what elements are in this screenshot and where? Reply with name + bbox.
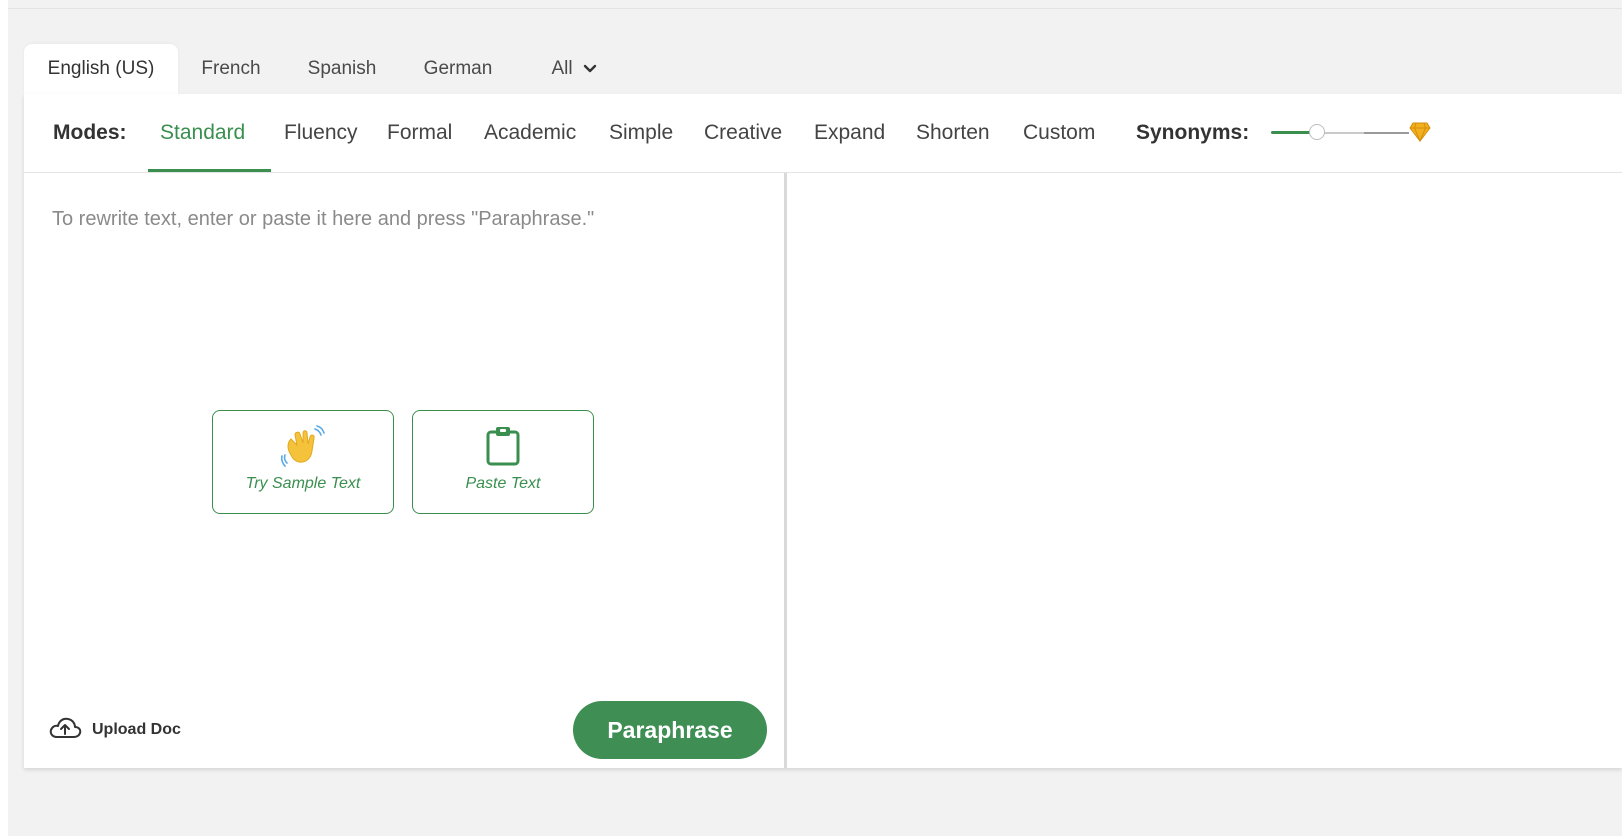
- cloud-upload-icon: [48, 716, 82, 745]
- tab-all-dropdown[interactable]: All: [524, 44, 624, 94]
- slider-handle[interactable]: [1309, 124, 1325, 140]
- tab-english-us[interactable]: English (US): [24, 44, 178, 94]
- mode-expand[interactable]: Expand: [814, 94, 885, 172]
- mode-academic[interactable]: Academic: [484, 94, 576, 172]
- tab-german[interactable]: German: [408, 44, 508, 94]
- mode-simple[interactable]: Simple: [609, 94, 673, 172]
- tab-french[interactable]: French: [184, 44, 278, 94]
- modes-bar: Modes: Standard Fluency Formal Academic …: [24, 94, 1622, 173]
- mode-creative[interactable]: Creative: [704, 94, 782, 172]
- modes-label: Modes:: [53, 121, 127, 144]
- tab-all-label: All: [551, 58, 573, 80]
- tab-spanish[interactable]: Spanish: [292, 44, 392, 94]
- top-divider: [8, 8, 1622, 9]
- waving-hand-icon: [280, 425, 325, 472]
- diamond-icon: [1409, 122, 1431, 147]
- input-placeholder[interactable]: To rewrite text, enter or paste it here …: [52, 208, 594, 231]
- paraphraser-card: Modes: Standard Fluency Formal Academic …: [24, 94, 1622, 768]
- paraphrase-button[interactable]: Paraphrase: [573, 701, 767, 759]
- upload-doc-label: Upload Doc: [92, 721, 181, 738]
- mode-custom[interactable]: Custom: [1023, 94, 1095, 172]
- active-mode-indicator: [148, 169, 271, 172]
- chevron-down-icon: [583, 44, 597, 94]
- try-sample-text-button[interactable]: Try Sample Text: [212, 410, 394, 514]
- paste-text-label: Paste Text: [465, 475, 541, 492]
- clipboard-icon: [485, 425, 521, 472]
- slider-premium-track: [1364, 132, 1409, 134]
- synonyms-slider[interactable]: [1269, 120, 1434, 146]
- mode-formal[interactable]: Formal: [387, 94, 452, 172]
- mode-fluency[interactable]: Fluency: [284, 94, 358, 172]
- window-edge: [0, 0, 8, 836]
- synonyms-label: Synonyms:: [1136, 121, 1250, 144]
- mode-standard[interactable]: Standard: [160, 94, 245, 172]
- mode-shorten[interactable]: Shorten: [916, 94, 990, 172]
- output-pane: [787, 173, 1622, 768]
- try-sample-text-label: Try Sample Text: [245, 475, 361, 492]
- paste-text-button[interactable]: Paste Text: [412, 410, 594, 514]
- upload-doc-button[interactable]: Upload Doc: [48, 716, 181, 744]
